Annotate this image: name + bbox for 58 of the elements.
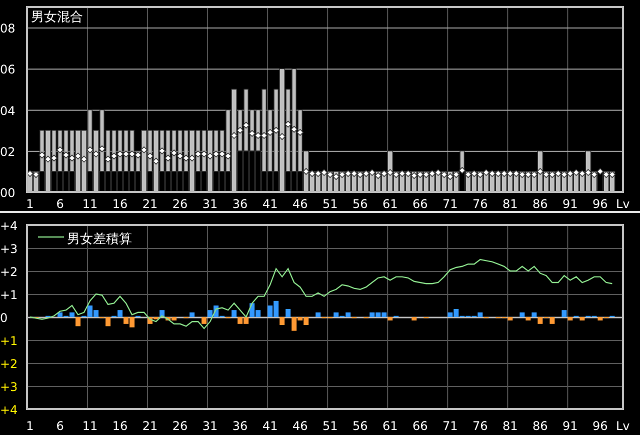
axis-label: 1 (26, 197, 34, 211)
axis-label: 91 (562, 197, 578, 211)
axis-label: 0 (0, 311, 8, 325)
axis-title: Lv (616, 419, 630, 433)
axis-label: 46 (292, 419, 308, 433)
axis-label: 61 (382, 419, 398, 433)
axis-label: 76 (472, 419, 488, 433)
axis-label: 56 (352, 419, 368, 433)
axis-label: 61 (382, 197, 398, 211)
axis-label: 76 (472, 197, 488, 211)
axis-label: +4 (0, 219, 18, 233)
axis-label: 26 (172, 419, 188, 433)
axis-label: 36 (232, 197, 248, 211)
axis-label: +3 (0, 380, 18, 394)
axis-label: 6 (56, 197, 64, 211)
axis-label: 81 (502, 197, 518, 211)
axis-label: 96 (592, 197, 608, 211)
axis-label: 16 (112, 419, 128, 433)
axis-label: 26 (172, 197, 188, 211)
axis-label: 41 (262, 197, 278, 211)
axis-label: 36 (232, 419, 248, 433)
axis-label: 66 (412, 197, 428, 211)
axis-label: 00 (0, 186, 16, 200)
axis-label: +1 (0, 288, 18, 302)
axis-title: Lv (616, 197, 630, 211)
axis-label: +3 (0, 242, 18, 256)
axis-label: 06 (0, 62, 16, 77)
legend-label: 男女差積算 (67, 232, 132, 247)
axis-label: +2 (0, 265, 18, 279)
axis-label: 81 (502, 419, 518, 433)
axis-label: 51 (322, 419, 338, 433)
axis-label: 86 (532, 197, 548, 211)
axis-label: +4 (0, 403, 18, 417)
axis-label: 31 (202, 419, 218, 433)
axis-label: 02 (0, 144, 16, 159)
axis-label: 41 (262, 419, 278, 433)
axis-label: 71 (442, 419, 458, 433)
axis-label: 04 (0, 104, 16, 118)
axis-label: 51 (322, 197, 338, 211)
axis-label: 08 (0, 22, 16, 36)
axis-label: 21 (142, 419, 158, 433)
axis-label: 11 (82, 419, 98, 433)
axis-label: 91 (562, 419, 578, 433)
axis-label: 96 (592, 419, 608, 433)
axis-label: 21 (142, 197, 158, 211)
axis-label: +1 (0, 334, 18, 348)
axis-label: 11 (82, 197, 98, 211)
axis-label: 56 (352, 197, 368, 211)
axis-label: 71 (442, 197, 458, 211)
chart-title: 男女混合 (31, 10, 83, 25)
axis-label: 6 (56, 419, 64, 433)
axis-label: +2 (0, 357, 18, 371)
axis-label: 66 (412, 419, 428, 433)
axis-label: 16 (112, 197, 128, 211)
axis-label: 31 (202, 197, 218, 211)
axis-label: 1 (26, 419, 34, 433)
axis-label: 86 (532, 419, 548, 433)
axis-label: 46 (292, 197, 308, 211)
